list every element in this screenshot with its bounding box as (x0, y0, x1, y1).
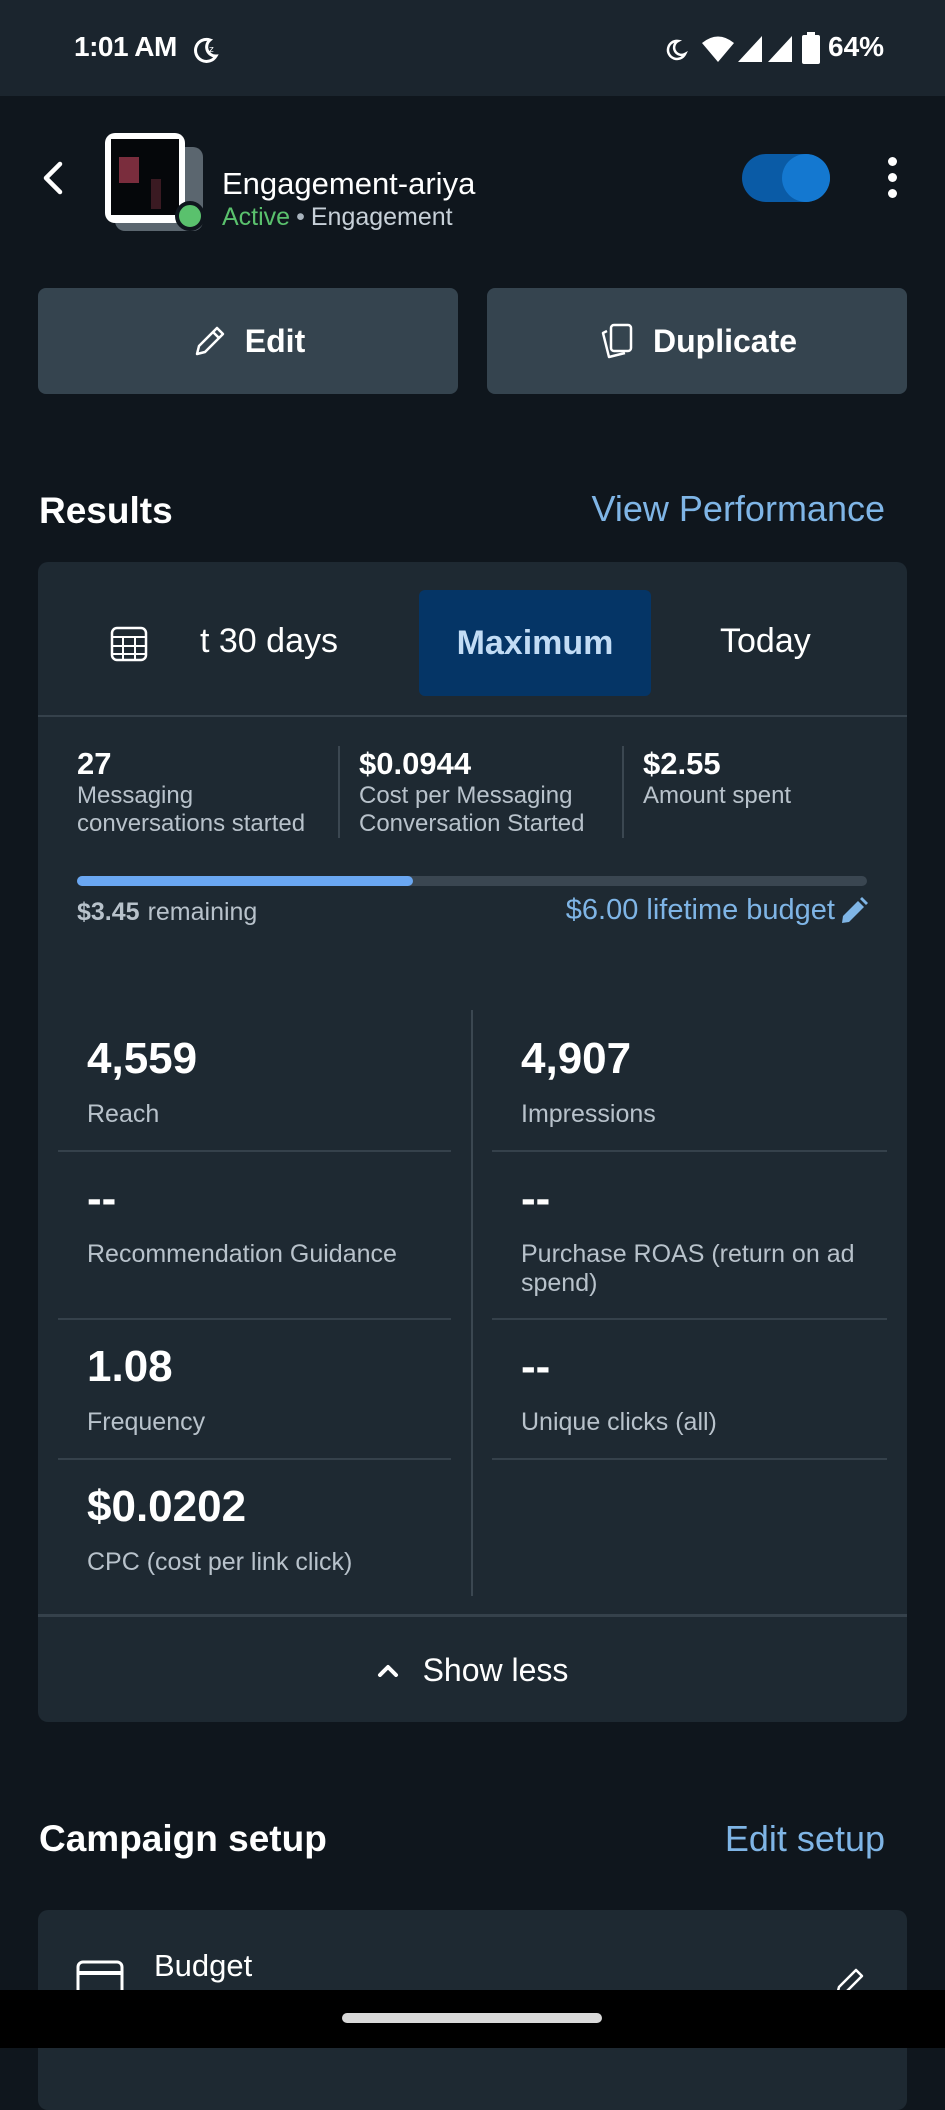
subtitle-separator: • (296, 203, 305, 231)
status-bar: 1:01 AM z 64% (0, 0, 945, 96)
summary-value-conversations: 27 (77, 746, 112, 781)
edit-pencil-icon (842, 896, 868, 923)
cell-signal-2-icon (768, 36, 792, 62)
metric-divider (492, 1318, 887, 1320)
summary-separator (338, 746, 340, 838)
date-tab-maximum[interactable]: Maximum (419, 590, 651, 696)
show-less-divider (38, 1614, 907, 1617)
battery-percent: 64% (828, 31, 885, 62)
lifetime-budget-link[interactable]: $6.00 lifetime budget (566, 894, 869, 927)
chevron-up-icon (377, 1665, 398, 1677)
metric-label-frequency: Frequency (87, 1408, 206, 1436)
more-options-icon[interactable] (880, 157, 904, 201)
summary-label-spent: Amount spent (643, 782, 792, 809)
campaign-subtitle: Active • Engagement (222, 203, 453, 232)
duplicate-icon (601, 323, 633, 359)
metric-value-reach: 4,559 (87, 1034, 198, 1083)
wifi-icon (702, 36, 734, 62)
summary-label-conversations: Messaging conversations started (77, 782, 306, 837)
metric-label-roas: Purchase ROAS (return on ad spend) (521, 1240, 855, 1297)
remaining-amount: $3.45 (77, 898, 140, 926)
metric-divider (58, 1458, 451, 1460)
view-performance-link[interactable]: View Performance (592, 488, 885, 530)
metric-value-unique-clicks: -- (521, 1342, 551, 1391)
summary-value-cost: $0.0944 (359, 746, 472, 781)
status-time: 1:01 AM (74, 31, 177, 62)
tabs-divider (38, 715, 907, 717)
budget-progress-bar (77, 876, 867, 886)
campaign-active-toggle[interactable] (742, 154, 830, 202)
ad-thumbnail (105, 133, 205, 231)
metric-value-recommendation: -- (87, 1174, 117, 1223)
duplicate-label: Duplicate (652, 322, 798, 359)
objective-text: Engagement (310, 203, 453, 231)
edit-setup-link[interactable]: Edit setup (725, 1818, 885, 1860)
grid-center-separator (471, 1010, 473, 1596)
metric-value-impressions: 4,907 (521, 1034, 632, 1083)
do-not-disturb-moon-icon: z (194, 37, 219, 63)
metric-value-cpc: $0.0202 (87, 1482, 247, 1531)
date-tab-last-30-days[interactable]: t 30 days (200, 622, 338, 661)
date-tab-today[interactable]: Today (720, 622, 811, 661)
summary-label-cost: Cost per Messaging Conversation Started (359, 782, 585, 837)
home-gesture-pill[interactable] (342, 2013, 602, 2023)
budget-remaining: $3.45 remaining (77, 898, 257, 927)
battery-icon (802, 32, 820, 64)
results-card: t 30 days Maximum Today 27 Messaging con… (38, 562, 907, 1722)
calendar-icon[interactable] (110, 624, 148, 662)
metric-value-frequency: 1.08 (87, 1342, 173, 1391)
metric-label-cpc: CPC (cost per link click) (87, 1548, 353, 1576)
system-navigation-bar (0, 1990, 945, 2048)
metric-label-reach: Reach (87, 1100, 160, 1128)
active-status-dot (175, 201, 205, 231)
remaining-label: remaining (147, 898, 258, 926)
results-title: Results (39, 490, 173, 531)
toggle-knob (782, 154, 830, 202)
budget-item-title: Budget (154, 1948, 253, 1983)
metric-label-recommendation: Recommendation Guidance (87, 1240, 397, 1268)
svg-text:z: z (209, 45, 214, 55)
night-mode-icon (666, 39, 688, 61)
budget-progress-fill (77, 876, 413, 886)
summary-separator-2 (622, 746, 624, 838)
metric-value-roas: -- (521, 1174, 551, 1223)
edit-button[interactable]: Edit (38, 288, 458, 394)
show-less-button[interactable]: Show less (38, 1618, 907, 1722)
campaign-setup-title: Campaign setup (39, 1818, 327, 1859)
edit-label: Edit (244, 322, 306, 359)
duplicate-button[interactable]: Duplicate (487, 288, 907, 394)
thumbnail-image (105, 133, 185, 223)
metric-label-impressions: Impressions (521, 1100, 656, 1128)
pencil-icon (195, 326, 225, 356)
show-less-label: Show less (422, 1651, 569, 1688)
metric-divider (492, 1150, 887, 1152)
cell-signal-icon (738, 36, 762, 62)
summary-value-spent: $2.55 (643, 746, 721, 781)
status-text: Active (222, 203, 291, 231)
back-arrow-icon[interactable] (38, 160, 70, 196)
lifetime-budget-label: $6.00 lifetime budget (565, 894, 835, 926)
metric-label-unique-clicks: Unique clicks (all) (521, 1408, 717, 1436)
metric-divider (492, 1458, 887, 1460)
campaign-title: Engagement-ariya (222, 166, 476, 201)
metric-divider (58, 1318, 451, 1320)
metric-divider (58, 1150, 451, 1152)
